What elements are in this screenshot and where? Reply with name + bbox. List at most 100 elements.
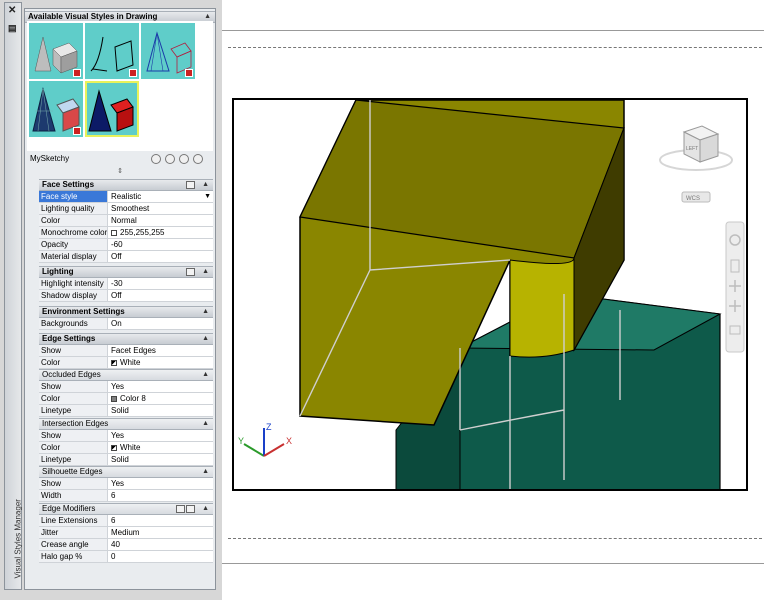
prop-line-extensions[interactable]: Line Extensions 6 — [39, 515, 213, 527]
thumb-mysketchy[interactable] — [85, 81, 139, 137]
color-swatch — [111, 229, 117, 236]
prop-value[interactable]: White — [109, 442, 213, 453]
navigation-bar[interactable] — [725, 221, 745, 353]
thumb-realistic[interactable] — [29, 23, 83, 79]
prop-value[interactable]: White — [109, 357, 213, 368]
prop-value[interactable]: 255,255,255 — [109, 227, 213, 238]
line-extensions-toggle-icon[interactable] — [176, 505, 185, 513]
section-title: Lighting — [42, 267, 74, 276]
value-text: Realistic — [111, 192, 142, 201]
color-swatch — [111, 395, 117, 402]
prop-value[interactable]: Medium — [109, 527, 213, 538]
prop-label: Color — [39, 215, 108, 226]
prop-intersection-show[interactable]: Show Yes — [39, 430, 213, 442]
viewport[interactable]: Y Z X LEFT WCS — [232, 98, 748, 491]
prop-value[interactable]: Realistic ▼ — [109, 191, 213, 202]
prop-occluded-linetype[interactable]: Linetype Solid — [39, 405, 213, 417]
prop-halo-gap[interactable]: Halo gap % 0 — [39, 551, 213, 563]
section-lighting[interactable]: Lighting ▲ — [39, 266, 213, 278]
prop-face-style[interactable]: Face style Realistic ▼ — [39, 191, 213, 203]
prop-value[interactable]: 6 — [109, 490, 213, 501]
collapse-icon[interactable]: ▲ — [202, 467, 209, 477]
thumb-xray[interactable] — [29, 81, 83, 137]
palette-title: Visual Styles Manager — [13, 499, 23, 579]
prop-silhouette-width[interactable]: Width 6 — [39, 490, 213, 502]
thumb-conceptual[interactable] — [141, 23, 195, 79]
prop-value[interactable]: On — [109, 318, 213, 329]
section-silhouette-edges[interactable]: Silhouette Edges ▲ — [39, 466, 213, 478]
lock-icon — [185, 69, 193, 77]
prop-value[interactable]: Facet Edges — [109, 345, 213, 356]
prop-value[interactable]: Normal — [109, 215, 213, 226]
collapse-icon[interactable]: ▲ — [202, 334, 209, 344]
export-style-icon[interactable] — [179, 154, 189, 164]
prop-value[interactable]: Smoothest — [109, 203, 213, 214]
thumb-sketchy[interactable] — [85, 23, 139, 79]
jitter-toggle-icon[interactable] — [186, 505, 195, 513]
prop-value[interactable]: 40 — [109, 539, 213, 550]
prop-lighting-quality[interactable]: Lighting quality Smoothest — [39, 203, 213, 215]
prop-jitter[interactable]: Jitter Medium — [39, 527, 213, 539]
prop-value[interactable]: Off — [109, 290, 213, 301]
delete-style-icon[interactable] — [193, 154, 203, 164]
prop-value[interactable]: 6 — [109, 515, 213, 526]
close-icon[interactable]: ✕ — [8, 5, 16, 16]
prop-value[interactable]: -30 — [109, 278, 213, 289]
collapse-icon[interactable]: ▲ — [202, 307, 209, 317]
viewcube[interactable]: LEFT WCS — [659, 125, 733, 203]
current-style-name: MySketchy — [30, 154, 70, 163]
create-style-icon[interactable] — [151, 154, 161, 164]
value-text: Color 8 — [120, 394, 146, 403]
prop-opacity[interactable]: Opacity -60 — [39, 239, 213, 251]
prop-label: Show — [39, 430, 108, 441]
prop-label: Linetype — [39, 454, 108, 465]
prop-occluded-color[interactable]: Color Color 8 — [39, 393, 213, 405]
prop-color[interactable]: Color Normal — [39, 215, 213, 227]
section-occluded-edges[interactable]: Occluded Edges ▲ — [39, 369, 213, 381]
splitter-handle[interactable]: ⇕ — [25, 167, 215, 177]
prop-silhouette-show[interactable]: Show Yes — [39, 478, 213, 490]
collapse-icon[interactable]: ▲ — [202, 370, 209, 380]
prop-value[interactable]: Solid — [109, 405, 213, 416]
prop-value[interactable]: Yes — [109, 381, 213, 392]
prop-label: Halo gap % — [39, 551, 108, 562]
prop-label: Linetype — [39, 405, 108, 416]
collapse-icon[interactable]: ▲ — [202, 504, 209, 514]
toggle-icon[interactable] — [186, 181, 195, 189]
prop-label: Crease angle — [39, 539, 108, 550]
apply-style-icon[interactable] — [165, 154, 175, 164]
prop-backgrounds[interactable]: Backgrounds On — [39, 318, 213, 330]
prop-edge-color[interactable]: Color White — [39, 357, 213, 369]
prop-crease-angle[interactable]: Crease angle 40 — [39, 539, 213, 551]
drawing-area[interactable]: Y Z X LEFT WCS — [222, 0, 764, 600]
visual-styles-palette: Available Visual Styles in Drawing ▲ MyS… — [24, 8, 216, 590]
section-edge-modifiers[interactable]: Edge Modifiers ▲ — [39, 503, 213, 515]
prop-value[interactable]: Off — [109, 251, 213, 262]
collapse-icon[interactable]: ▲ — [202, 180, 209, 190]
prop-monochrome-color[interactable]: Monochrome color 255,255,255 — [39, 227, 213, 239]
prop-value[interactable]: Solid — [109, 454, 213, 465]
prop-value[interactable]: 0 — [109, 551, 213, 562]
section-environment[interactable]: Environment Settings ▲ — [39, 306, 213, 318]
prop-material-display[interactable]: Material display Off — [39, 251, 213, 263]
prop-highlight-intensity[interactable]: Highlight intensity -30 — [39, 278, 213, 290]
svg-text:X: X — [286, 436, 292, 446]
toggle-icon[interactable] — [186, 268, 195, 276]
section-face-settings[interactable]: Face Settings ▲ — [39, 179, 213, 191]
prop-intersection-linetype[interactable]: Linetype Solid — [39, 454, 213, 466]
prop-value[interactable]: Yes — [109, 478, 213, 489]
properties-icon[interactable]: ▤ — [8, 23, 17, 34]
section-intersection-edges[interactable]: Intersection Edges ▲ — [39, 418, 213, 430]
section-edge-settings[interactable]: Edge Settings ▲ — [39, 333, 213, 345]
style-thumbnails — [27, 21, 213, 151]
collapse-icon[interactable]: ▲ — [202, 419, 209, 429]
prop-value[interactable]: Yes — [109, 430, 213, 441]
prop-edge-show[interactable]: Show Facet Edges — [39, 345, 213, 357]
prop-shadow-display[interactable]: Shadow display Off — [39, 290, 213, 302]
prop-value[interactable]: Color 8 — [109, 393, 213, 404]
prop-value[interactable]: -60 — [109, 239, 213, 250]
prop-occluded-show[interactable]: Show Yes — [39, 381, 213, 393]
collapse-icon[interactable]: ▲ — [202, 267, 209, 277]
prop-intersection-color[interactable]: Color White — [39, 442, 213, 454]
chevron-down-icon[interactable]: ▼ — [204, 191, 211, 202]
